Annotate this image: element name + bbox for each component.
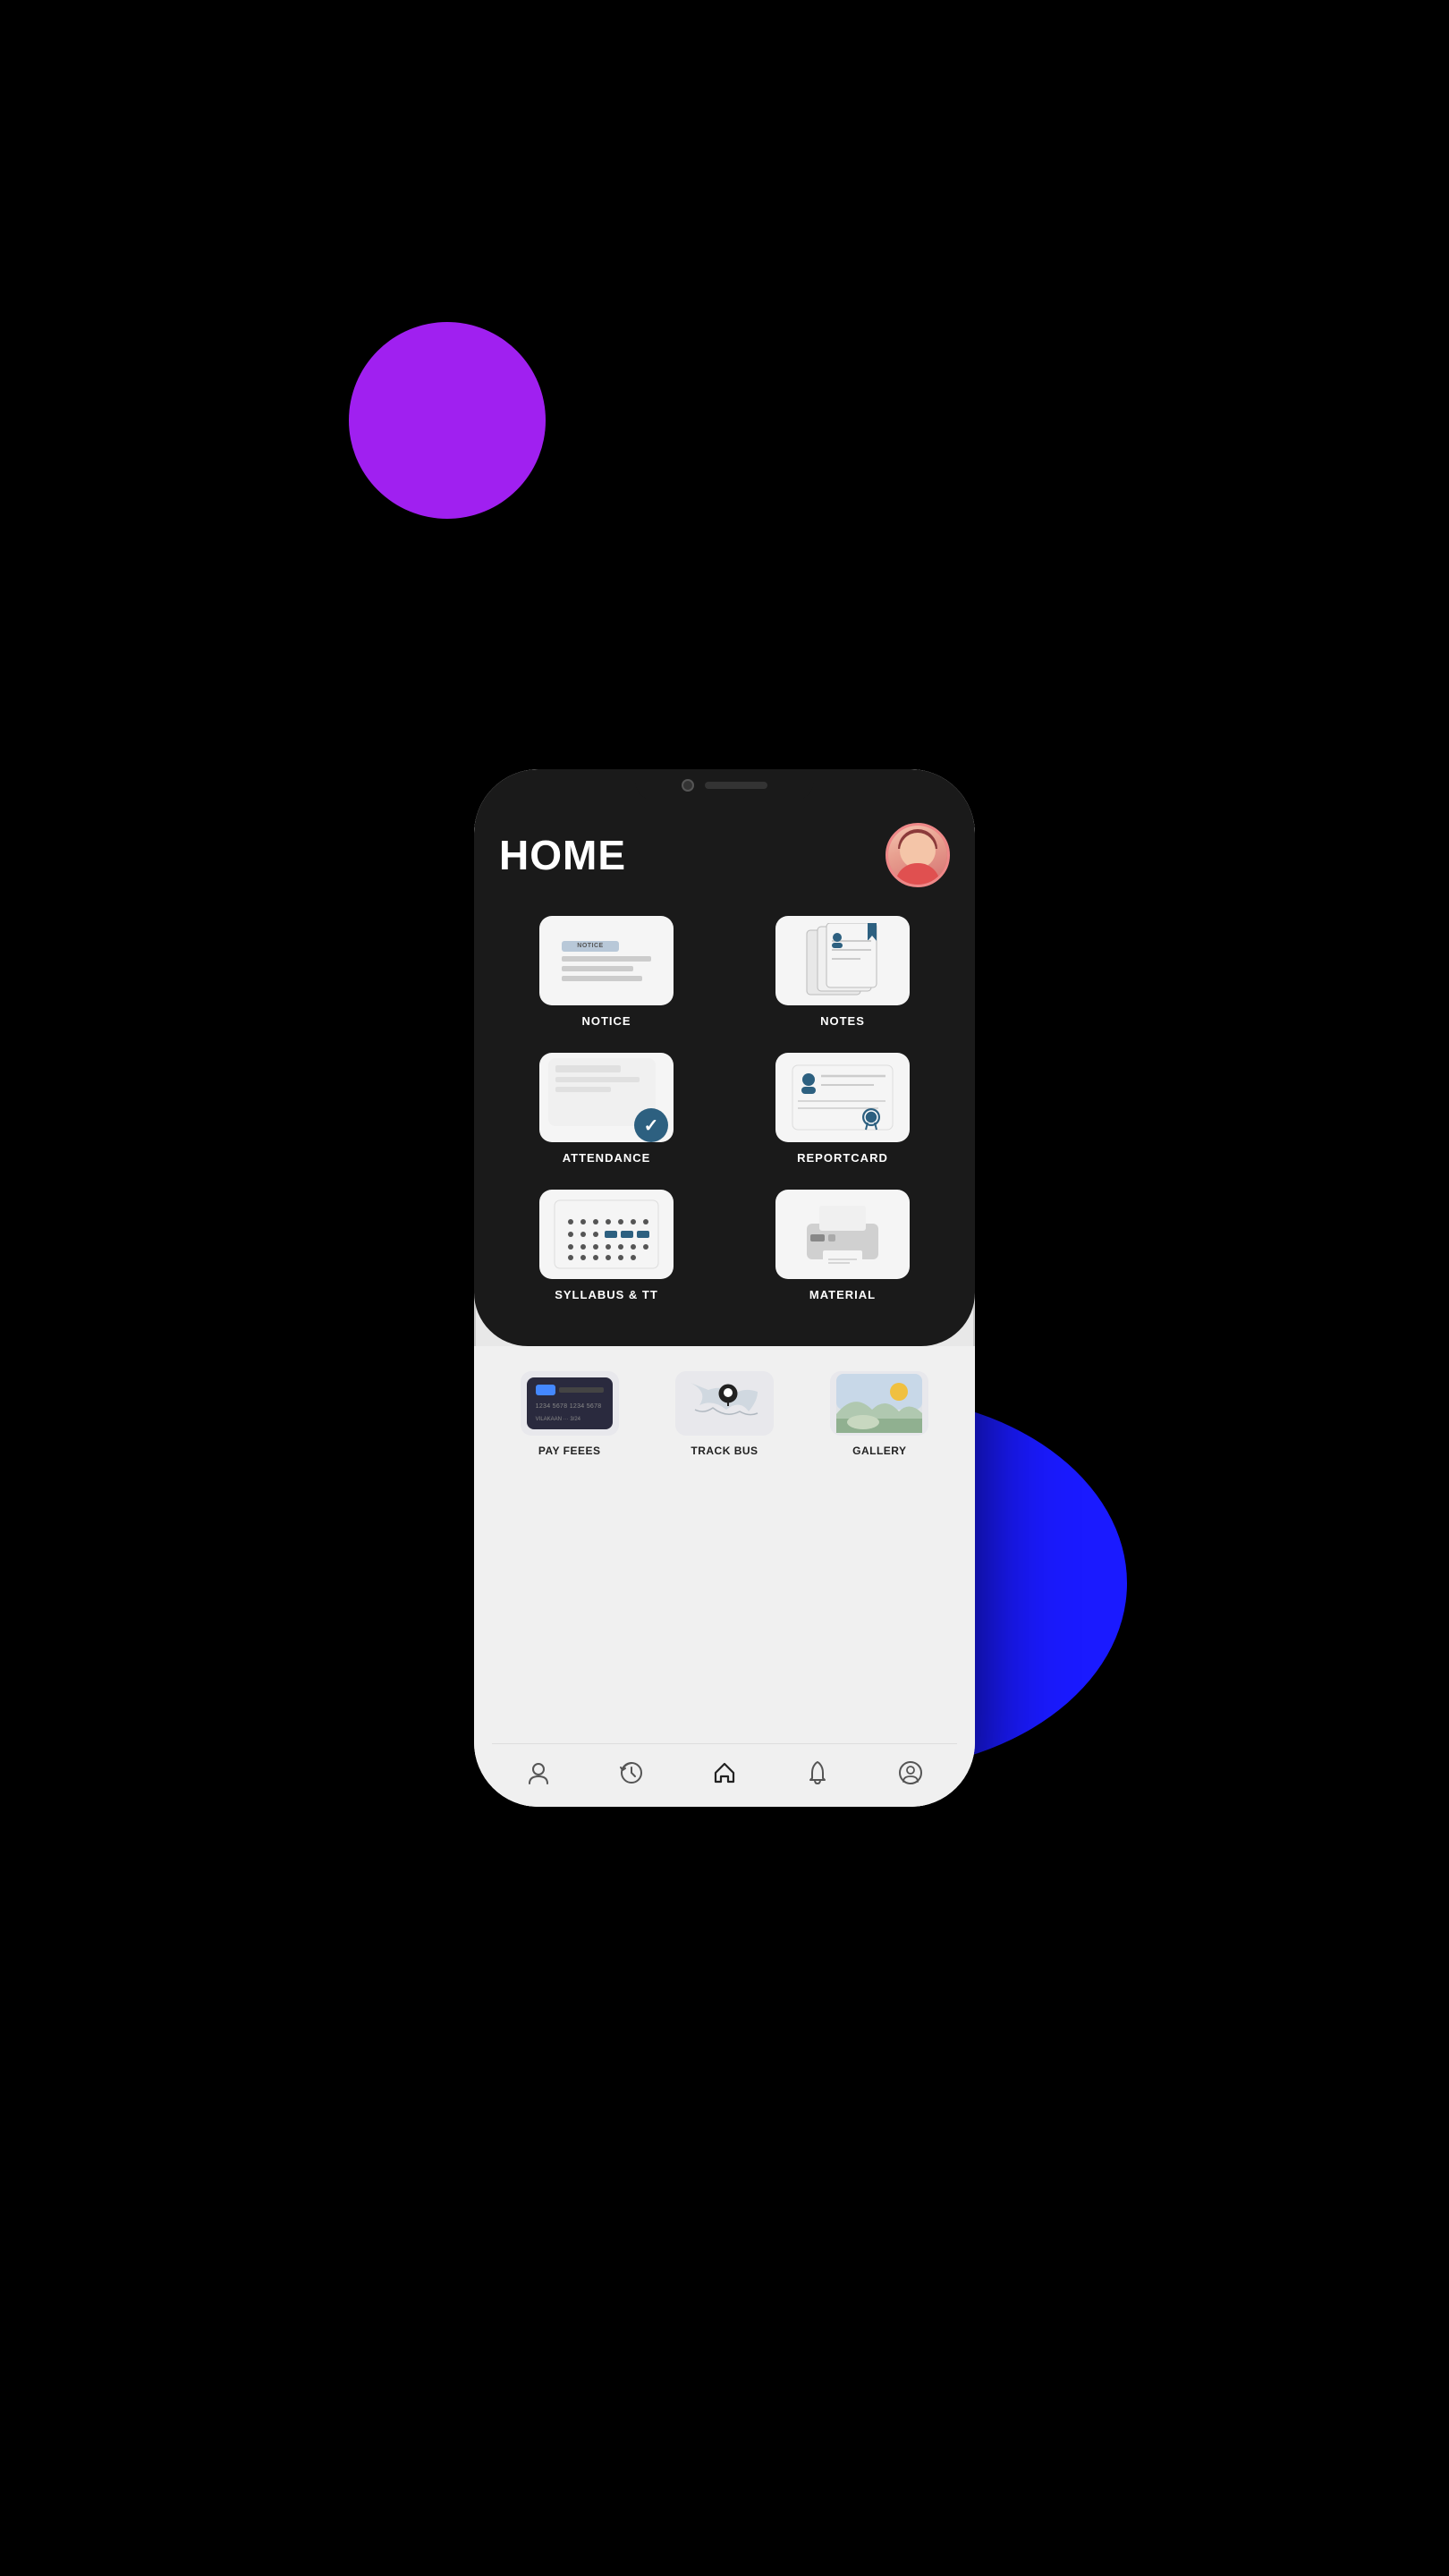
account-icon (898, 1760, 923, 1785)
header: HOME (499, 823, 950, 887)
attendance-label: ATTENDANCE (563, 1151, 651, 1165)
phone-frame: HOME NOTICE (474, 769, 975, 1807)
trackbus-icon (682, 1374, 767, 1433)
phone-screen: HOME NOTICE (474, 769, 975, 1807)
avatar-body (895, 863, 940, 885)
notch-speaker (705, 782, 767, 789)
screen-bottom: 1234 5678 1234 5678 VILAKAAN ··· 3/24 PA… (474, 1346, 975, 1807)
nav-item-notifications[interactable] (794, 1757, 841, 1789)
attendance-icon: ✓ (548, 1058, 665, 1137)
grid-item-notes[interactable]: NOTES (735, 916, 950, 1028)
nav-item-profile[interactable] (515, 1757, 562, 1789)
nav-item-account[interactable] (887, 1757, 934, 1789)
bottom-item-track-bus[interactable]: TRACK BUS (675, 1371, 774, 1457)
grid-item-notice[interactable]: NOTICE NOTICE (499, 916, 714, 1028)
reportcard-icon-box (775, 1053, 910, 1142)
notice-line3 (562, 976, 642, 981)
notice-header: NOTICE (562, 941, 619, 952)
bottom-item-pay-fees[interactable]: 1234 5678 1234 5678 VILAKAAN ··· 3/24 PA… (521, 1371, 619, 1457)
payfees-icon-box: 1234 5678 1234 5678 VILAKAAN ··· 3/24 (521, 1371, 619, 1436)
syllabus-icon (551, 1197, 662, 1272)
notes-icon (798, 923, 887, 998)
bell-icon (805, 1760, 830, 1785)
notch-camera (682, 779, 694, 792)
nav-item-home[interactable] (701, 1757, 748, 1789)
bottom-item-gallery[interactable]: GALLERY (830, 1371, 928, 1457)
grid-item-syllabus[interactable]: SYLLABUS & TT (499, 1190, 714, 1301)
notice-line1 (562, 956, 651, 962)
phone-notch (635, 769, 814, 801)
material-icon (798, 1197, 887, 1272)
person-icon (526, 1760, 551, 1785)
notice-icon: NOTICE (553, 925, 660, 996)
reportcard-icon (789, 1062, 896, 1133)
syllabus-icon-box (539, 1190, 674, 1279)
screen-top: HOME NOTICE (474, 769, 975, 1346)
trackbus-icon-box (675, 1371, 774, 1436)
page-title: HOME (499, 831, 626, 879)
main-grid: NOTICE NOTICE (499, 916, 950, 1301)
payfees-icon: 1234 5678 1234 5678 VILAKAAN ··· 3/24 (527, 1377, 613, 1429)
gallery-icon-box (830, 1371, 928, 1436)
syllabus-label: SYLLABUS & TT (555, 1288, 658, 1301)
material-label: MATERIAL (809, 1288, 876, 1301)
material-icon-box (775, 1190, 910, 1279)
notes-icon-box (775, 916, 910, 1005)
gallery-icon (836, 1374, 922, 1433)
attendance-check-badge: ✓ (634, 1108, 668, 1142)
bottom-grid: 1234 5678 1234 5678 VILAKAAN ··· 3/24 PA… (492, 1371, 957, 1457)
notes-label: NOTES (820, 1014, 865, 1028)
grid-item-material[interactable]: MATERIAL (735, 1190, 950, 1301)
history-icon (619, 1760, 644, 1785)
bottom-nav (492, 1743, 957, 1807)
nav-item-history[interactable] (608, 1757, 655, 1789)
home-icon (712, 1760, 737, 1785)
reportcard-label: REPORTCARD (797, 1151, 888, 1165)
payfees-label: PAY FEEES (538, 1445, 601, 1457)
avatar[interactable] (886, 823, 950, 887)
blob-purple (349, 322, 546, 519)
grid-item-attendance[interactable]: ✓ ATTENDANCE (499, 1053, 714, 1165)
attendance-icon-box: ✓ (539, 1053, 674, 1142)
notice-line2 (562, 966, 633, 971)
trackbus-label: TRACK BUS (691, 1445, 758, 1457)
grid-item-reportcard[interactable]: REPORTCARD (735, 1053, 950, 1165)
gallery-label: GALLERY (852, 1445, 906, 1457)
notice-icon-box: NOTICE (539, 916, 674, 1005)
notice-label: NOTICE (581, 1014, 631, 1028)
